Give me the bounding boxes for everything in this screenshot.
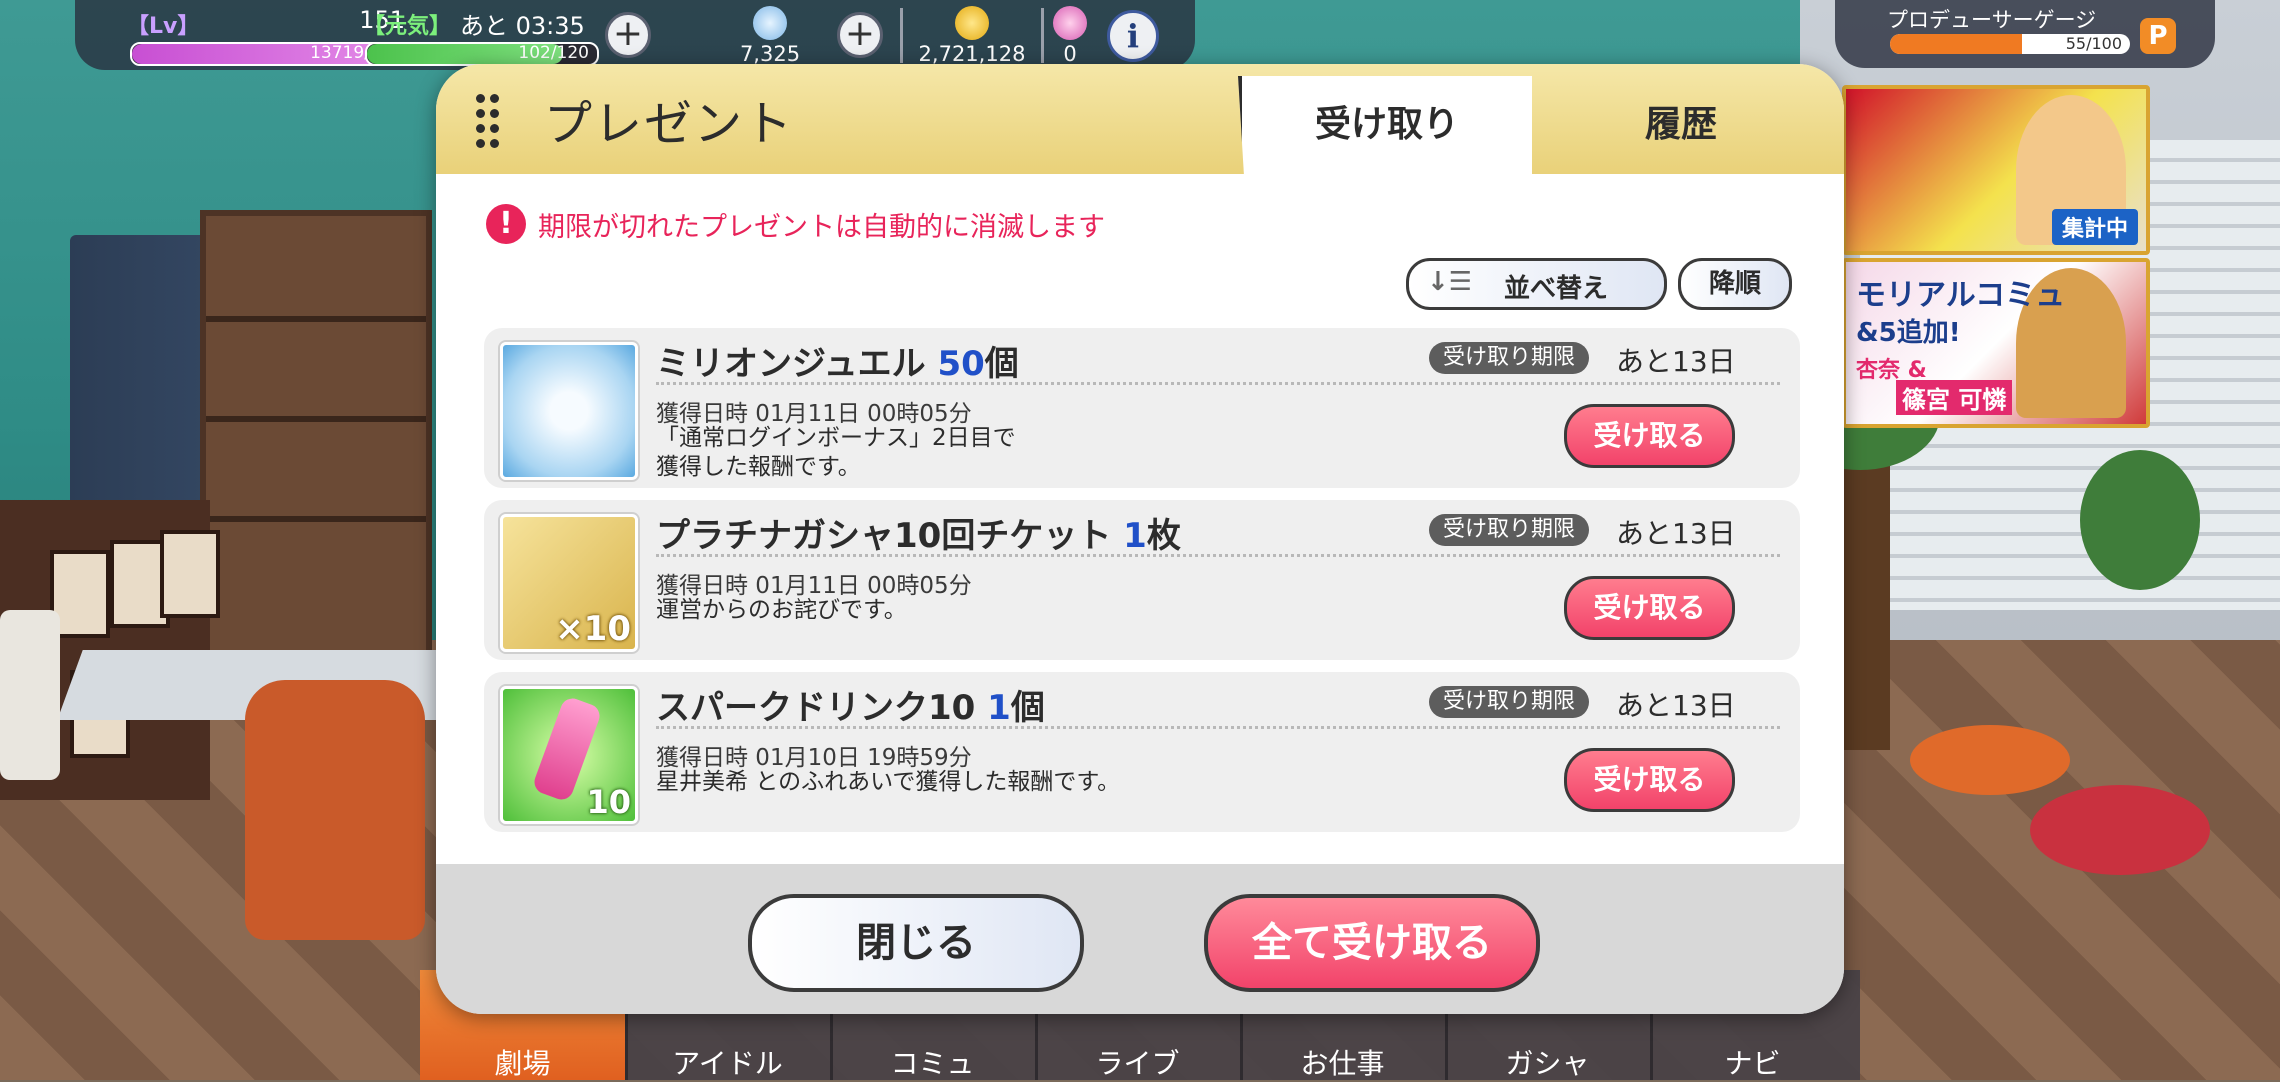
producer-gauge[interactable]: プロデューサーゲージ 55/100 P xyxy=(1835,0,2215,68)
coin-icon xyxy=(955,6,989,40)
expiry-warning: ! 期限が切れたプレゼントは自動的に消滅します xyxy=(486,204,1105,244)
exclamation-icon: ! xyxy=(486,204,526,244)
limit-badge: 受け取り期限 xyxy=(1429,342,1590,374)
item-description: 星井美希 とのふれあいで獲得した報酬です。 xyxy=(656,769,1121,795)
close-button[interactable]: 閉じる xyxy=(748,894,1084,992)
producer-gauge-label: プロデューサーゲージ xyxy=(1887,8,2097,32)
add-stamina-button[interactable]: + xyxy=(605,12,651,58)
receive-all-button[interactable]: 全て受け取る xyxy=(1204,894,1540,992)
tab-receive[interactable]: 受け取り xyxy=(1238,76,1532,174)
gacha-ticket-icon: ×10 xyxy=(500,514,638,652)
money-counter: 2,721,128 xyxy=(907,6,1037,66)
spark-drink-icon: 10 xyxy=(500,686,638,824)
million-jewel-icon xyxy=(500,342,638,480)
producer-p-icon: P xyxy=(2140,18,2176,54)
obtained-date: 獲得日時 01月11日 00時05分 xyxy=(656,401,972,427)
order-toggle-button[interactable]: 降順 xyxy=(1678,258,1792,310)
sort-icon: ↓☰ xyxy=(1427,267,1473,297)
sort-button[interactable]: ↓☰ 並べ替え xyxy=(1406,258,1667,310)
limit-value: あと13日 xyxy=(1616,689,1736,722)
memorial-commu-banner[interactable]: モリアルコミュ &5追加! 杏奈 & 篠宮 可憐 xyxy=(1842,258,2150,428)
limit-badge: 受け取り期限 xyxy=(1429,514,1590,546)
dialog-footer: 閉じる 全て受け取る xyxy=(436,864,1844,1014)
sort-label: 並べ替え xyxy=(1504,274,1609,304)
obtained-date: 獲得日時 01月11日 00時05分 xyxy=(656,573,972,599)
status-bar: 【Lv】 151 【元気】 あと 03:35 13719/15050 102/1… xyxy=(75,0,1195,70)
item-counter: 0 xyxy=(1045,6,1095,66)
nav-label: コミュ xyxy=(890,1047,975,1080)
banner-line-1: モリアルコミュ xyxy=(1856,278,2066,313)
expiry-warning-text: 期限が切れたプレゼントは自動的に消滅します xyxy=(538,211,1105,243)
stamina-bar: 102/120 xyxy=(365,42,599,66)
item-name: ミリオンジュエル 50個 xyxy=(656,344,1019,384)
limit-badge: 受け取り期限 xyxy=(1429,686,1590,718)
nav-label: ガシャ xyxy=(1505,1047,1590,1080)
obtained-date: 獲得日時 01月10日 19時59分 xyxy=(656,745,972,771)
dialog-header: プレゼント 受け取り 履歴 xyxy=(436,64,1844,174)
jewel-counter: 7,325 xyxy=(715,6,825,66)
drink-level-label: 10 xyxy=(586,783,631,821)
stamina-text: 102/120 xyxy=(518,43,589,63)
level-label: 【Lv】 xyxy=(127,14,200,39)
jewel-icon xyxy=(753,6,787,40)
jewel-value: 7,325 xyxy=(739,42,801,66)
receive-button[interactable]: 受け取る xyxy=(1564,404,1735,468)
receive-button[interactable]: 受け取る xyxy=(1564,576,1735,640)
nav-label: 劇場 xyxy=(494,1047,551,1080)
list-item: ×10 プラチナガシャ10回チケット 1枚 受け取り期限 あと13日 獲得日時 … xyxy=(484,500,1800,660)
item-value: 0 xyxy=(1063,42,1077,66)
item-name: プラチナガシャ10回チケット 1枚 xyxy=(656,516,1181,556)
limit-value: あと13日 xyxy=(1616,345,1736,378)
nav-label: ナビ xyxy=(1724,1047,1781,1080)
stamina-label: 【元気】 xyxy=(363,14,452,39)
tab-history[interactable]: 履歴 xyxy=(1546,76,1816,174)
item-description: 運営からのお詫びです。 xyxy=(656,597,907,623)
ticket-count-label: ×10 xyxy=(555,609,631,649)
producer-gauge-value: 55/100 xyxy=(2065,34,2122,53)
present-dialog: プレゼント 受け取り 履歴 ! 期限が切れたプレゼントは自動的に消滅します ↓☰… xyxy=(436,64,1844,1014)
list-item: ミリオンジュエル 50個 受け取り期限 あと13日 獲得日時 01月11日 00… xyxy=(484,328,1800,488)
banner-line-2: &5追加! xyxy=(1856,318,1961,348)
producer-gauge-bar: 55/100 xyxy=(1890,34,2130,54)
drag-handle-icon[interactable] xyxy=(476,94,506,148)
info-button[interactable]: i xyxy=(1107,10,1159,62)
nav-label: お仕事 xyxy=(1300,1047,1385,1080)
dialog-title: プレゼント xyxy=(544,96,795,152)
list-item: 10 スパークドリンク10 1個 受け取り期限 あと13日 獲得日時 01月10… xyxy=(484,672,1800,832)
stamina-timer: あと 03:35 xyxy=(460,12,585,40)
receive-button[interactable]: 受け取る xyxy=(1564,748,1735,812)
limit-value: あと13日 xyxy=(1616,517,1736,550)
event-banner[interactable]: 集計中 xyxy=(1842,85,2150,255)
item-name: スパークドリンク10 1個 xyxy=(656,688,1045,728)
nav-label: アイドル xyxy=(672,1047,783,1080)
banner-line-4: 篠宮 可憐 xyxy=(1896,380,2013,415)
item-description: 「通常ログインボーナス」2日目で 獲得した報酬です。 xyxy=(656,425,1016,480)
banner-status-tag: 集計中 xyxy=(2051,209,2138,245)
add-jewel-button[interactable]: + xyxy=(837,12,883,58)
money-value: 2,721,128 xyxy=(918,42,1026,66)
candy-icon xyxy=(1053,6,1087,40)
nav-label: ライブ xyxy=(1095,1047,1180,1080)
present-list-area: ! 期限が切れたプレゼントは自動的に消滅します ↓☰ 並べ替え 降順 ミリオンジ… xyxy=(436,174,1844,864)
